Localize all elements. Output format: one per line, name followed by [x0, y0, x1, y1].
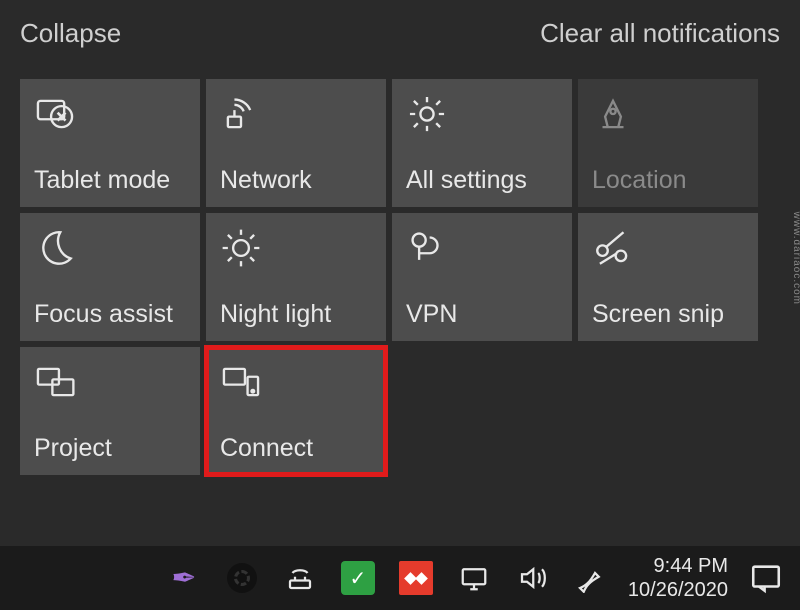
quick-actions-grid: Tablet mode Network All settings Location Fo…: [20, 79, 780, 475]
action-center-panel: Collapse Clear all notifications Tablet …: [0, 0, 800, 475]
connect-icon: [220, 361, 372, 405]
taskbar: ✒ ✓ 9:44 PM 10/26/2020: [0, 546, 800, 610]
tile-all-settings[interactable]: All settings: [392, 79, 572, 207]
tray-monitor-icon[interactable]: [454, 558, 494, 598]
tile-location[interactable]: Location: [578, 79, 758, 207]
tile-label: Tablet mode: [34, 166, 186, 195]
settings-icon: [406, 93, 558, 137]
tile-label: Connect: [220, 434, 372, 463]
tile-label: VPN: [406, 300, 558, 329]
tablet-icon: [34, 93, 186, 137]
tile-label: Network: [220, 166, 372, 195]
tile-focus-assist[interactable]: Focus assist: [20, 213, 200, 341]
tile-label: Screen snip: [592, 300, 744, 329]
tile-vpn[interactable]: VPN: [392, 213, 572, 341]
tile-label: Night light: [220, 300, 372, 329]
watermark: www.dariaoc.com: [791, 212, 800, 305]
action-center-header: Collapse Clear all notifications: [20, 18, 780, 49]
tile-label: Location: [592, 166, 744, 195]
tray-anydesk-icon[interactable]: [396, 558, 436, 598]
vpn-icon: [406, 227, 558, 271]
location-icon: [592, 93, 744, 137]
tile-connect[interactable]: Connect: [206, 347, 386, 475]
moon-icon: [34, 227, 186, 271]
tray-antivirus-icon[interactable]: ✓: [338, 558, 378, 598]
network-icon: [220, 93, 372, 137]
taskbar-clock[interactable]: 9:44 PM 10/26/2020: [628, 554, 728, 602]
tray-app-icon[interactable]: [222, 558, 262, 598]
action-center-button[interactable]: [746, 558, 786, 598]
clock-date: 10/26/2020: [628, 578, 728, 602]
tile-label: Project: [34, 434, 186, 463]
tile-night-light[interactable]: Night light: [206, 213, 386, 341]
tile-label: All settings: [406, 166, 558, 195]
sun-icon: [220, 227, 372, 271]
tray-volume-icon[interactable]: [512, 558, 552, 598]
tile-network[interactable]: Network: [206, 79, 386, 207]
tile-tablet-mode[interactable]: Tablet mode: [20, 79, 200, 207]
tray-feather-icon[interactable]: ✒: [164, 558, 204, 598]
clock-time: 9:44 PM: [628, 554, 728, 578]
tile-label: Focus assist: [34, 300, 186, 329]
tray-router-icon[interactable]: [280, 558, 320, 598]
clear-all-button[interactable]: Clear all notifications: [540, 18, 780, 49]
tile-project[interactable]: Project: [20, 347, 200, 475]
tray-ink-icon[interactable]: [570, 558, 610, 598]
tile-screen-snip[interactable]: Screen snip: [578, 213, 758, 341]
collapse-button[interactable]: Collapse: [20, 18, 121, 49]
snip-icon: [592, 227, 744, 271]
project-icon: [34, 361, 186, 405]
